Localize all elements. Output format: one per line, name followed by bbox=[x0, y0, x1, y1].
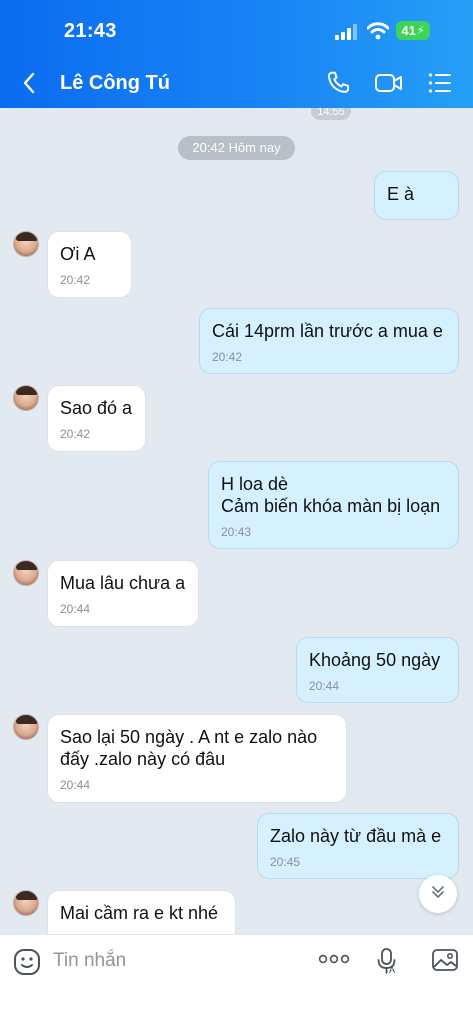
message-time: 20:42 bbox=[212, 350, 243, 364]
message-text: Mai cầm ra e kt nhé bbox=[60, 903, 219, 923]
date-separator: 20:42 Hôm nay bbox=[178, 136, 295, 160]
message-text: Cái 14prm lần trước a mua e bbox=[212, 321, 443, 341]
cellular-signal-icon bbox=[335, 24, 359, 45]
avatar[interactable] bbox=[13, 890, 39, 916]
previous-time-label: 14:55 bbox=[311, 108, 351, 120]
contact-name[interactable]: Lê Công Tú bbox=[60, 72, 170, 95]
message-time: 20:42 bbox=[60, 427, 91, 441]
status-bar: 21:43 41 ⚡ bbox=[0, 18, 473, 46]
video-camera-icon[interactable] bbox=[374, 71, 404, 100]
message-text: Ơi A bbox=[60, 244, 96, 264]
message-list[interactable]: 14:55 20:42 Hôm nay E à Ơi A 20:42 Cái 1… bbox=[0, 108, 473, 934]
message-text: E à bbox=[387, 184, 415, 204]
avatar[interactable] bbox=[13, 714, 39, 740]
svg-text:A: A bbox=[389, 965, 395, 975]
message-time: 20:44 bbox=[60, 778, 91, 792]
message-bubble-incoming[interactable]: Ơi A 20:42 bbox=[47, 231, 132, 298]
message-time: 20:45 bbox=[270, 855, 301, 869]
message-text: Sao lại 50 ngày . A nt e zalo nào đấy .z… bbox=[60, 727, 318, 769]
message-bubble-outgoing[interactable]: Khoảng 50 ngày 20:44 bbox=[296, 637, 459, 703]
avatar[interactable] bbox=[13, 560, 39, 586]
message-bubble-incoming[interactable]: Mua lâu chưa a 20:44 bbox=[47, 560, 199, 627]
message-input-bar: Tin nhắn A bbox=[0, 934, 473, 1024]
microphone-icon[interactable]: A bbox=[376, 947, 398, 980]
message-text: Mua lâu chưa a bbox=[60, 573, 186, 593]
chat-header: 21:43 41 ⚡ Lê Công Tú bbox=[0, 0, 473, 108]
message-text: Zalo này từ đầu mà e bbox=[270, 826, 442, 846]
battery-indicator: 41 ⚡ bbox=[396, 21, 430, 40]
double-chevron-down-icon bbox=[430, 884, 446, 905]
image-gallery-icon[interactable] bbox=[431, 947, 459, 978]
list-menu-icon[interactable] bbox=[428, 72, 452, 99]
message-time: 20:44 bbox=[60, 602, 91, 616]
avatar[interactable] bbox=[13, 231, 39, 257]
phone-icon[interactable] bbox=[325, 70, 351, 101]
nav-bar: Lê Công Tú bbox=[0, 62, 473, 106]
message-bubble-incoming[interactable]: Sao lại 50 ngày . A nt e zalo nào đấy .z… bbox=[47, 714, 347, 803]
emoji-icon[interactable] bbox=[13, 948, 41, 981]
chevron-left-icon[interactable] bbox=[22, 72, 36, 99]
avatar[interactable] bbox=[13, 385, 39, 411]
scroll-to-bottom-button[interactable] bbox=[419, 875, 457, 913]
message-time: 20:42 bbox=[60, 273, 91, 287]
message-bubble-incoming[interactable]: Mai cầm ra e kt nhé bbox=[47, 890, 236, 934]
message-time: 20:44 bbox=[309, 679, 340, 693]
message-text: Khoảng 50 ngày bbox=[309, 650, 441, 670]
message-text: Sao đó a bbox=[60, 398, 133, 418]
message-bubble-incoming[interactable]: Sao đó a 20:42 bbox=[47, 385, 146, 452]
more-dots-icon[interactable] bbox=[318, 952, 350, 970]
message-bubble-outgoing[interactable]: Cái 14prm lần trước a mua e 20:42 bbox=[199, 308, 459, 374]
message-bubble-outgoing[interactable]: Zalo này từ đầu mà e 20:45 bbox=[257, 813, 459, 879]
status-time: 21:43 bbox=[64, 20, 117, 42]
wifi-icon bbox=[366, 22, 390, 45]
charging-bolt-icon: ⚡ bbox=[416, 25, 425, 37]
battery-level: 41 bbox=[401, 23, 416, 38]
message-input[interactable]: Tin nhắn bbox=[53, 950, 126, 972]
message-time: 20:43 bbox=[221, 525, 252, 539]
message-text: H loa dè Cảm biến khóa màn bị loạn bbox=[221, 474, 441, 516]
message-bubble-outgoing[interactable]: H loa dè Cảm biến khóa màn bị loạn 20:43 bbox=[208, 461, 459, 549]
message-bubble-outgoing[interactable]: E à bbox=[374, 171, 459, 220]
